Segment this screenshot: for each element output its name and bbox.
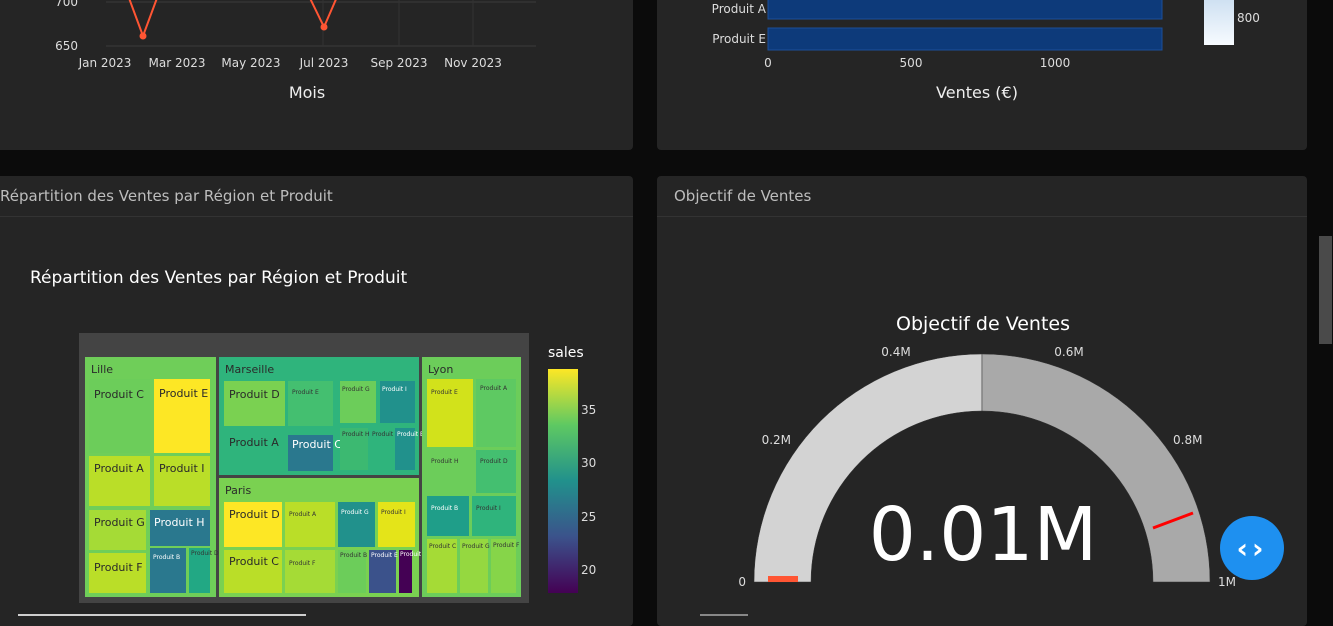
vertical-scrollbar[interactable] (1317, 0, 1333, 616)
tile-marseille-e[interactable] (288, 381, 333, 426)
tile-label: Produit B (431, 505, 458, 512)
gauge-card: Objectif de Ventes Objectif de Ventes 0 … (657, 176, 1307, 626)
colorbar-tick-35: 35 (581, 403, 596, 417)
scrollbar-thumb[interactable] (1319, 236, 1332, 344)
x-tick-nov: Nov 2023 (444, 56, 502, 70)
y-tick-700: 700 (55, 0, 78, 9)
tile-paris-a[interactable] (285, 502, 335, 547)
bar-produit-a (767, 0, 1163, 20)
x-tick-jul: Jul 2023 (299, 56, 349, 70)
tile-label: Produit I (382, 386, 407, 393)
colorbar-title: sales (548, 345, 584, 361)
gauge-title: Objectif de Ventes (896, 313, 1070, 335)
tile-label: Produit D (191, 550, 219, 557)
x-tick-mar: Mar 2023 (149, 56, 206, 70)
tile-label: Produit G (341, 509, 369, 516)
line-point-jul (320, 23, 328, 31)
tile-label: Produit B (340, 552, 367, 559)
line-point-feb (139, 32, 147, 40)
colorbar-tick-30: 30 (581, 456, 596, 470)
tile-label: Produit A (480, 385, 508, 392)
line-chart-card: 700 650 Jan 2023 Mar 2023 May 2023 Jul 2… (0, 0, 633, 150)
x-tick-jan: Jan 2023 (78, 56, 132, 70)
x-tick-500: 500 (900, 56, 923, 70)
tile-lyon-b[interactable] (427, 496, 469, 536)
tile-label: Produit F (289, 560, 316, 567)
tile-lyon-d[interactable] (476, 450, 516, 493)
region-label-lyon: Lyon (428, 363, 453, 376)
tile-label: Produit H (154, 516, 205, 529)
gauge-chart: Objectif de Ventes 0 0.2M 0.4M 0.6M 0.8M… (738, 313, 1236, 589)
region-label-paris: Paris (225, 484, 251, 497)
code-brackets-icon: ‹› (1236, 531, 1268, 565)
treemap-chart: Répartition des Ventes par Région et Pro… (30, 268, 596, 603)
tile-label: Produit C (429, 543, 456, 550)
y-tick-650: 650 (55, 39, 78, 53)
tile-label: Produit D (229, 388, 280, 401)
bar-label-produit-a: Produit A (712, 2, 767, 16)
gauge-tick-0.4m: 0.4M (881, 345, 910, 359)
region-label-marseille: Marseille (225, 363, 274, 376)
x-axis-label: Mois (289, 83, 325, 102)
tile-label: Produit C (229, 555, 279, 568)
tile-marseille-a[interactable] (224, 429, 285, 469)
tile-label: Produit I (159, 462, 205, 475)
x-tick-may: May 2023 (221, 56, 280, 70)
tile-label: Produit D (229, 508, 280, 521)
tile-label: Produit F (372, 431, 399, 438)
tile-label: Produit B (397, 431, 424, 438)
tile-label: Produit E (431, 389, 458, 396)
colorbar-tick-20: 20 (581, 563, 596, 577)
tile-label: Produit A (94, 462, 144, 475)
tile-label: Produit A (229, 436, 279, 449)
tile-label: Produit G (462, 543, 490, 550)
tile-label: Produit E (292, 389, 319, 396)
tile-lyon-i[interactable] (472, 496, 516, 536)
gauge-tick-0.8m: 0.8M (1173, 433, 1202, 447)
tile-label: Produit E (159, 387, 208, 400)
colorbar-tick-800: 800 (1237, 11, 1260, 25)
line-series (128, 0, 337, 39)
tile-label: Produit I (476, 505, 501, 512)
colorbar (548, 369, 578, 593)
gauge-tick-0.6m: 0.6M (1054, 345, 1083, 359)
gauge-tick-1m: 1M (1218, 575, 1236, 589)
tile-label: Produit G (94, 516, 145, 529)
tile-label: Produit F (94, 561, 143, 574)
tile-label: Produit G (342, 386, 370, 393)
tile-label: Produit B (153, 554, 180, 561)
bar-produit-e (767, 27, 1163, 51)
bar-label-produit-e: Produit E (712, 32, 766, 46)
gauge-tick-0: 0 (738, 575, 746, 589)
x-axis-label: Ventes (€) (936, 83, 1018, 102)
bar-chart-card: Produit A Produit E 0 500 1000 Ventes (€… (657, 0, 1307, 150)
x-tick-0: 0 (764, 56, 772, 70)
tile-label: Produit C (292, 438, 342, 451)
tile-lyon-h[interactable] (427, 450, 473, 493)
tile-label: Produit H (342, 431, 370, 438)
gauge-tick-0.2m: 0.2M (762, 433, 791, 447)
treemap-card: Répartition des Ventes par Région et Pro… (0, 176, 633, 626)
code-toggle-button[interactable]: ‹› (1220, 516, 1284, 580)
region-label-lille: Lille (91, 363, 113, 376)
colorbar-tick-25: 25 (581, 510, 596, 524)
colorbar (1204, 0, 1234, 45)
x-tick-1000: 1000 (1040, 56, 1071, 70)
tile-label: Produit C (94, 388, 144, 401)
tile-label: Produit I (381, 509, 406, 516)
x-tick-sep: Sep 2023 (371, 56, 428, 70)
tile-label: Produit D (480, 458, 508, 465)
tile-paris-f[interactable] (285, 550, 335, 593)
bar-chart: Produit A Produit E 0 500 1000 Ventes (€… (712, 0, 1260, 102)
tile-label: Produit A (289, 511, 317, 518)
gauge-value-bar (768, 576, 798, 582)
tile-label: Produit H (431, 458, 459, 465)
tile-label: Produit F (493, 542, 520, 549)
line-chart: 700 650 Jan 2023 Mar 2023 May 2023 Jul 2… (55, 0, 536, 102)
gauge-value: 0.01M (869, 492, 1098, 578)
treemap-title: Répartition des Ventes par Région et Pro… (30, 268, 407, 288)
tile-label: Produit E (371, 552, 398, 559)
